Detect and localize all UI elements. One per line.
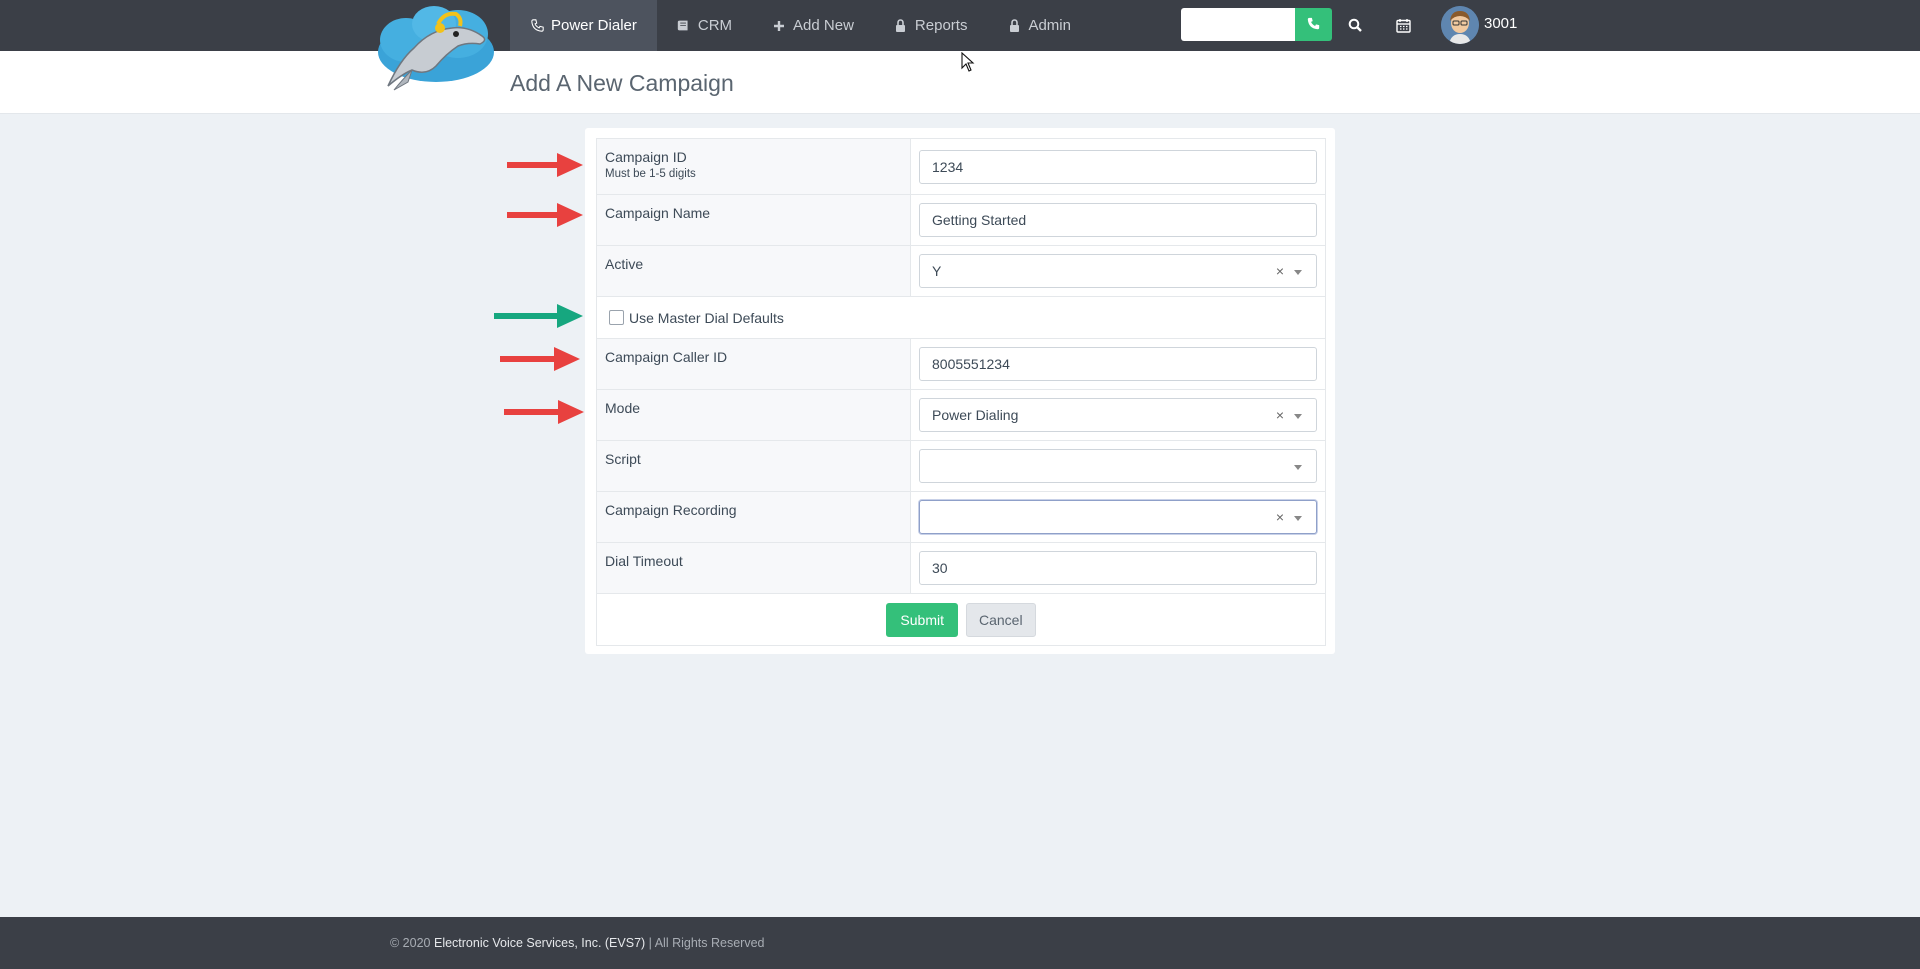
avatar[interactable] <box>1441 6 1479 44</box>
caller-id-input[interactable]: 8005551234 <box>919 347 1317 381</box>
nav-reports[interactable]: Reports <box>874 0 988 51</box>
dial-button[interactable] <box>1295 8 1332 41</box>
row-caller-id: Campaign Caller ID 8005551234 <box>597 339 1325 390</box>
campaign-id-input[interactable]: 1234 <box>919 149 1317 184</box>
chevron-down-icon[interactable] <box>1294 270 1302 275</box>
script-select[interactable] <box>919 449 1317 483</box>
book-icon <box>677 19 691 33</box>
campaign-name-input[interactable]: Getting Started <box>919 203 1317 237</box>
nav-label: Admin <box>1028 17 1071 34</box>
row-script: Script <box>597 441 1325 492</box>
green-arrow-annotation <box>494 304 583 328</box>
rights-text: | All Rights Reserved <box>648 936 765 950</box>
mouse-cursor-icon <box>961 52 975 72</box>
form-actions: Submit Cancel <box>597 594 1325 645</box>
campaign-recording-label: Campaign Recording <box>605 502 737 518</box>
calendar-icon[interactable] <box>1392 14 1414 36</box>
clear-icon[interactable]: × <box>1276 263 1284 279</box>
nav-power-dialer[interactable]: Power Dialer <box>510 0 657 51</box>
campaign-id-hint: Must be 1-5 digits <box>605 168 696 180</box>
campaign-id-label: Campaign ID <box>605 149 687 165</box>
row-dial-timeout: Dial Timeout 30 <box>597 543 1325 594</box>
dial-timeout-label: Dial Timeout <box>605 553 683 569</box>
lock-icon <box>894 19 908 33</box>
footer-copyright: © 2020 Electronic Voice Services, Inc. (… <box>390 936 764 950</box>
nav-admin[interactable]: Admin <box>987 0 1091 51</box>
red-arrow-annotation <box>507 203 583 227</box>
caller-id-label: Campaign Caller ID <box>605 349 728 365</box>
clear-icon[interactable]: × <box>1276 407 1284 423</box>
row-master-dial-defaults: Use Master Dial Defaults <box>597 297 1325 339</box>
company-link[interactable]: Electronic Voice Services, Inc. (EVS7) <box>434 936 645 950</box>
chevron-down-icon[interactable] <box>1294 465 1302 470</box>
nav-label: Reports <box>914 17 968 34</box>
plus-icon <box>772 19 786 33</box>
clear-icon[interactable]: × <box>1276 509 1284 525</box>
nav-label: CRM <box>697 17 733 34</box>
use-master-dial-defaults-checkbox[interactable] <box>609 310 624 325</box>
page-title: Add A New Campaign <box>510 70 734 96</box>
mode-value: Power Dialing <box>932 407 1019 423</box>
dolphin-logo[interactable] <box>372 0 498 92</box>
phone-icon <box>1307 17 1320 33</box>
row-active: Active Y × <box>597 246 1325 297</box>
row-campaign-id: Campaign ID Must be 1-5 digits 1234 <box>597 139 1325 195</box>
copyright-year: © 2020 <box>390 936 431 950</box>
mode-label: Mode <box>605 400 641 416</box>
submit-button[interactable]: Submit <box>886 602 958 637</box>
quick-dial-input[interactable] <box>1181 8 1295 41</box>
active-select[interactable]: Y × <box>919 254 1317 288</box>
chevron-down-icon[interactable] <box>1294 414 1302 419</box>
mode-select[interactable]: Power Dialing × <box>919 398 1317 432</box>
campaign-name-label: Campaign Name <box>605 205 711 221</box>
nav-add-new[interactable]: Add New <box>752 0 874 51</box>
row-mode: Mode Power Dialing × <box>597 390 1325 441</box>
row-campaign-recording: Campaign Recording × <box>597 492 1325 543</box>
footer <box>0 917 1920 969</box>
dial-timeout-input[interactable]: 30 <box>919 551 1317 585</box>
red-arrow-annotation <box>507 153 583 177</box>
campaign-recording-select[interactable]: × <box>919 500 1317 534</box>
page-header <box>0 51 1920 114</box>
phone-icon <box>530 19 544 33</box>
use-master-dial-defaults-label[interactable]: Use Master Dial Defaults <box>629 310 784 326</box>
row-campaign-name: Campaign Name Getting Started <box>597 195 1325 246</box>
red-arrow-annotation <box>500 347 580 371</box>
main-nav: Power Dialer CRM Add New Reports Admin <box>510 0 1091 51</box>
search-icon[interactable] <box>1344 14 1366 36</box>
lock-icon <box>1007 19 1021 33</box>
user-extension[interactable]: 3001 <box>1484 15 1517 32</box>
red-arrow-annotation <box>504 400 584 424</box>
script-label: Script <box>605 451 641 467</box>
active-label: Active <box>605 256 644 272</box>
cancel-button[interactable]: Cancel <box>965 602 1036 637</box>
active-value: Y <box>932 263 942 279</box>
campaign-form: Campaign ID Must be 1-5 digits 1234 Camp… <box>596 138 1326 646</box>
nav-label: Power Dialer <box>551 17 637 34</box>
nav-label: Add New <box>793 17 854 34</box>
nav-crm[interactable]: CRM <box>657 0 752 51</box>
chevron-down-icon[interactable] <box>1294 516 1302 521</box>
